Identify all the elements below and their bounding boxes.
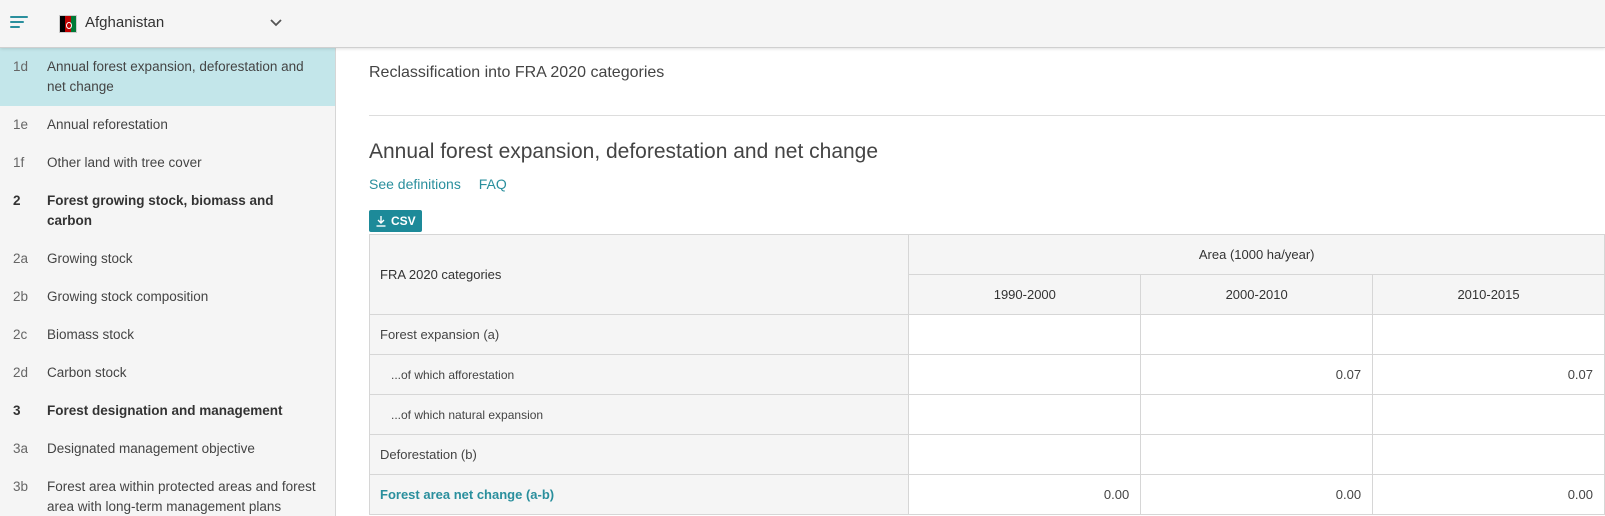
row-label: Deforestation (b) xyxy=(368,434,910,475)
area-column-header: Area (1000 ha/year) xyxy=(908,234,1605,275)
sidebar-item-1f[interactable]: 1f Other land with tree cover xyxy=(0,144,335,182)
value-cell[interactable]: 0.07 xyxy=(1140,354,1374,395)
sidebar-section-2[interactable]: 2 Forest growing stock, biomass and carb… xyxy=(0,182,335,240)
sidebar-item-number: 2b xyxy=(13,289,29,304)
sidebar-item-number: 1e xyxy=(13,117,29,132)
value-cell[interactable] xyxy=(908,434,1142,475)
page-title: Annual forest expansion, deforestation a… xyxy=(369,140,879,163)
sidebar-item-number: 3a xyxy=(13,441,29,456)
row-label: ...of which afforestation xyxy=(368,354,910,395)
table-row: Deforestation (b) xyxy=(368,434,1605,475)
table-row: ...of which natural expansion xyxy=(368,394,1605,435)
value-cell[interactable] xyxy=(1372,434,1605,475)
table-header-row: FRA 2020 categories Area (1000 ha/year) xyxy=(368,234,1605,315)
sidebar-item-number: 3b xyxy=(13,479,29,494)
sidebar-nav: 1d Annual forest expansion, deforestatio… xyxy=(0,48,336,516)
chevron-down-icon[interactable] xyxy=(268,15,284,31)
sidebar-item-3a[interactable]: 3a Designated management objective xyxy=(0,430,335,468)
year-header: 2010-2015 xyxy=(1372,274,1605,315)
sidebar-item-label: Annual reforestation xyxy=(47,117,168,132)
sidebar-item-number: 1d xyxy=(13,59,29,74)
value-cell[interactable] xyxy=(908,394,1142,435)
divider xyxy=(369,115,1605,116)
csv-button-label: CSV xyxy=(391,214,416,228)
sidebar-item-number: 3 xyxy=(13,403,21,418)
sidebar-item-label: Growing stock composition xyxy=(47,289,209,304)
sidebar-item-2b[interactable]: 2b Growing stock composition xyxy=(0,278,335,316)
download-icon xyxy=(376,216,386,227)
sidebar-item-label: Forest designation and management xyxy=(47,403,283,418)
row-label: ...of which natural expansion xyxy=(368,394,910,435)
sidebar-item-2d[interactable]: 2d Carbon stock xyxy=(0,354,335,392)
table-row-total: Forest area net change (a-b) 0.00 0.00 0… xyxy=(368,474,1605,515)
sidebar-item-1e[interactable]: 1e Annual reforestation xyxy=(0,106,335,144)
sidebar-item-label: Annual forest expansion, deforestation a… xyxy=(47,59,304,94)
value-cell[interactable] xyxy=(1140,394,1374,435)
table-row: ...of which afforestation 0.07 0.07 xyxy=(368,354,1605,395)
sidebar-item-label: Forest growing stock, biomass and carbon xyxy=(47,193,274,228)
year-header: 2000-2010 xyxy=(1140,274,1374,315)
value-cell[interactable] xyxy=(1372,394,1605,435)
definition-links: See definitions FAQ xyxy=(369,176,521,192)
sidebar-item-number: 1f xyxy=(13,155,25,170)
sidebar-item-number: 2 xyxy=(13,193,21,208)
faq-link[interactable]: FAQ xyxy=(479,176,507,192)
sidebar-item-label: Growing stock xyxy=(47,251,133,266)
csv-download-button[interactable]: CSV xyxy=(369,210,422,232)
sidebar-item-label: Forest area within protected areas and f… xyxy=(47,479,316,514)
sidebar-item-number: 2d xyxy=(13,365,29,380)
sidebar-item-3b[interactable]: 3b Forest area within protected areas an… xyxy=(0,468,335,516)
value-cell: 0.00 xyxy=(1140,474,1374,515)
sidebar-item-label: Carbon stock xyxy=(47,365,127,380)
row-label: Forest expansion (a) xyxy=(368,314,910,355)
reclassification-title: Reclassification into FRA 2020 categorie… xyxy=(369,64,665,81)
sidebar-item-number: 2c xyxy=(13,327,28,342)
value-cell[interactable] xyxy=(908,314,1142,355)
main-content: Reclassification into FRA 2020 categorie… xyxy=(368,48,1605,516)
value-cell[interactable] xyxy=(908,354,1142,395)
sidebar-item-label: Biomass stock xyxy=(47,327,135,342)
top-bar: Afghanistan xyxy=(0,0,1605,48)
data-table: FRA 2020 categories Area (1000 ha/year) … xyxy=(368,234,1605,515)
sidebar-section-3[interactable]: 3 Forest designation and management xyxy=(0,392,335,430)
hamburger-menu-icon[interactable] xyxy=(10,16,28,30)
sidebar-item-label: Other land with tree cover xyxy=(47,155,202,170)
category-column-header: FRA 2020 categories xyxy=(368,234,910,315)
see-definitions-link[interactable]: See definitions xyxy=(369,176,461,192)
value-cell: 0.00 xyxy=(1372,474,1605,515)
sidebar-item-number: 2a xyxy=(13,251,29,266)
row-label: Forest area net change (a-b) xyxy=(368,474,910,515)
sidebar-item-2a[interactable]: 2a Growing stock xyxy=(0,240,335,278)
table-row: Forest expansion (a) xyxy=(368,314,1605,355)
value-cell[interactable] xyxy=(1372,314,1605,355)
sidebar-item-label: Designated management objective xyxy=(47,441,255,456)
sidebar-item-2c[interactable]: 2c Biomass stock xyxy=(0,316,335,354)
value-cell[interactable]: 0.07 xyxy=(1372,354,1605,395)
country-flag-icon xyxy=(59,15,77,33)
sidebar-item-1d[interactable]: 1d Annual forest expansion, deforestatio… xyxy=(0,48,335,106)
value-cell[interactable] xyxy=(1140,314,1374,355)
value-cell: 0.00 xyxy=(908,474,1142,515)
year-header: 1990-2000 xyxy=(908,274,1142,315)
country-name[interactable]: Afghanistan xyxy=(85,14,164,31)
value-cell[interactable] xyxy=(1140,434,1374,475)
